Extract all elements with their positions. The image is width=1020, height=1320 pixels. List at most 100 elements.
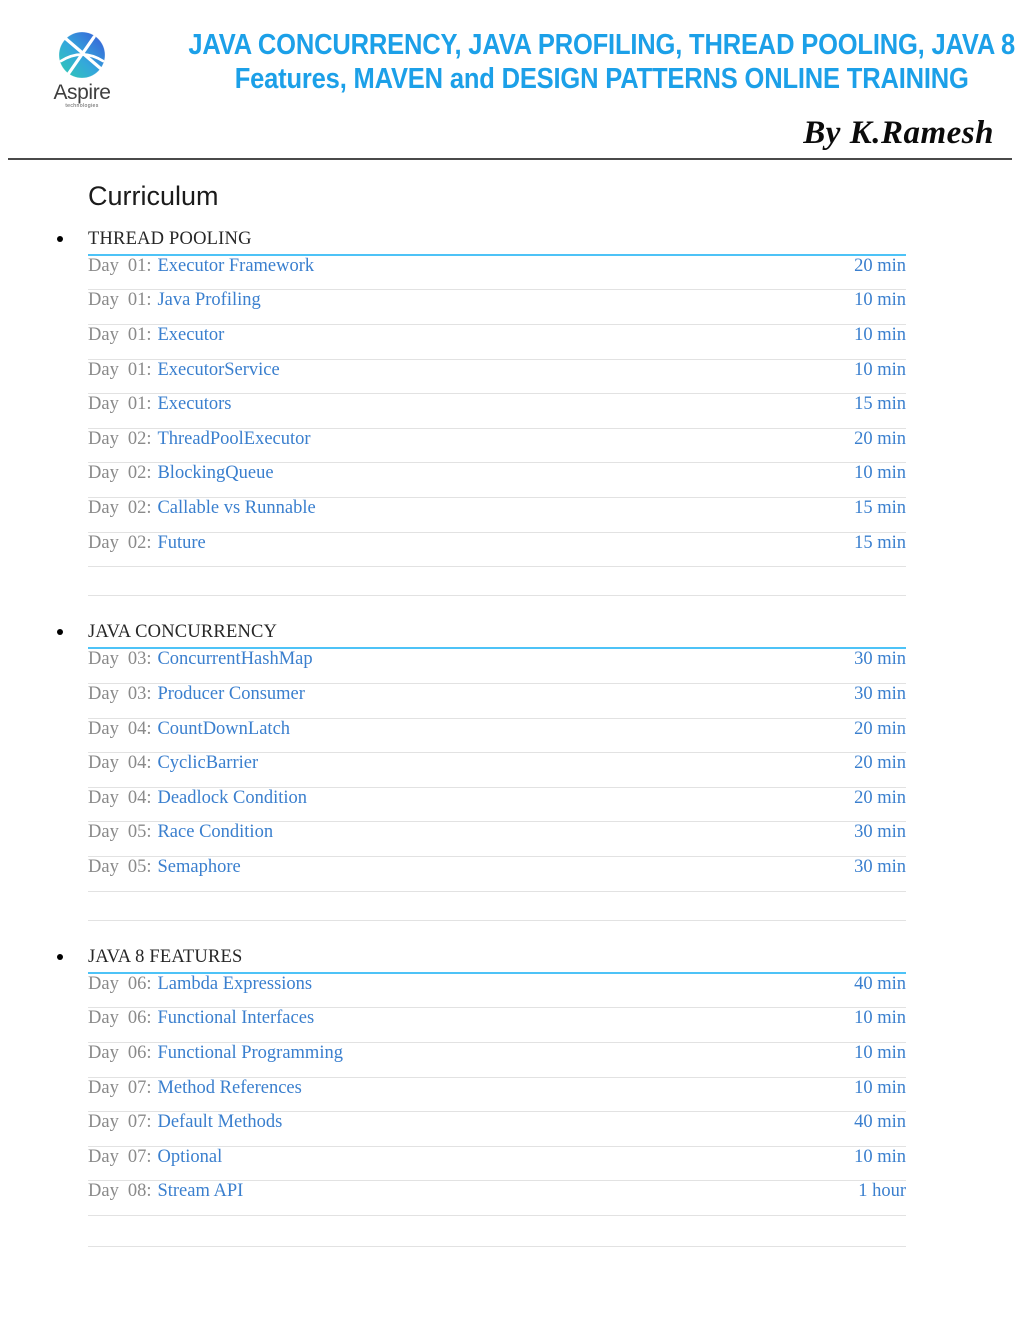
lesson-row[interactable]: Day 01: Java Profiling 10 min	[88, 290, 906, 326]
author-name: By K.Ramesh	[803, 115, 994, 152]
aspire-globe-logo-icon	[54, 28, 110, 84]
lesson-row[interactable]: Day 07: Method References 10 min	[88, 1078, 906, 1113]
lesson-row[interactable]: Day 02: BlockingQueue 10 min	[88, 463, 906, 499]
lesson-duration: 20 min	[854, 753, 906, 774]
lesson-topic-link[interactable]: Race Condition	[157, 822, 854, 843]
lesson-row[interactable]: Day 02: Callable vs Runnable 15 min	[88, 498, 906, 533]
lesson-day-label: Day	[88, 857, 119, 878]
lesson-day-label: Day	[88, 1077, 119, 1098]
lesson-day-number: 07:	[127, 1077, 152, 1098]
author-line: By K.Ramesh	[0, 109, 1020, 152]
lesson-topic-link[interactable]: Optional	[157, 1147, 854, 1168]
lesson-day-label: Day	[88, 428, 119, 449]
module-name: JAVA CONCURRENCY	[88, 622, 278, 643]
lesson-row[interactable]: Day 01: Executor 10 min	[88, 325, 906, 360]
lesson-day-label: Day	[88, 1008, 119, 1029]
lesson-day-number: 01:	[127, 290, 152, 311]
lesson-duration: 15 min	[854, 394, 906, 415]
lesson-topic-link[interactable]: Semaphore	[157, 857, 854, 878]
lesson-day-number: 04:	[127, 753, 152, 774]
lesson-day-number: 03:	[127, 649, 152, 670]
lesson-topic-link[interactable]: Functional Programming	[157, 1043, 854, 1064]
lesson-day-number: 02:	[127, 463, 152, 484]
lesson-list: Day 01: Executor Framework 20 min Day 01: Java…	[0, 256, 1020, 568]
lesson-topic-link[interactable]: ExecutorService	[157, 360, 854, 381]
lesson-topic-link[interactable]: ConcurrentHashMap	[157, 649, 854, 670]
lesson-topic-link[interactable]: Functional Interfaces	[157, 1008, 854, 1029]
lesson-duration: 10 min	[854, 290, 906, 311]
lesson-topic-link[interactable]: Deadlock Condition	[157, 788, 854, 809]
lesson-day-label: Day	[88, 684, 119, 705]
lesson-row[interactable]: Day 03: ConcurrentHashMap 30 min	[88, 649, 906, 685]
lesson-row[interactable]: Day 06: Lambda Expressions 40 min	[88, 974, 906, 1009]
lesson-row[interactable]: Day 01: Executor Framework 20 min	[88, 256, 906, 291]
lesson-day-label: Day	[88, 787, 119, 808]
lesson-day-label: Day	[88, 1146, 119, 1167]
lesson-day-label: Day	[88, 718, 119, 739]
lesson-topic-link[interactable]: Lambda Expressions	[157, 974, 854, 995]
lesson-day-number: 06:	[127, 973, 152, 994]
course-title: JAVA CONCURRENCY, JAVA PROFILING, THREAD…	[188, 28, 1015, 96]
lesson-duration: 20 min	[854, 255, 906, 276]
lesson-duration: 30 min	[854, 684, 906, 705]
lesson-row[interactable]: Day 02: Future 15 min	[88, 533, 906, 568]
lesson-duration: 10 min	[854, 463, 906, 484]
lesson-topic-link[interactable]: Stream API	[157, 1181, 858, 1202]
lesson-topic-link[interactable]: Method References	[157, 1078, 854, 1099]
lesson-topic-link[interactable]: CyclicBarrier	[157, 753, 854, 774]
curriculum-module: JAVA CONCURRENCY Day 03: ConcurrentHashMap 3…	[0, 622, 1020, 921]
lesson-day-label: Day	[88, 325, 119, 346]
lesson-row[interactable]: Day 01: ExecutorService 10 min	[88, 360, 906, 395]
lesson-row[interactable]: Day 06: Functional Interfaces 10 min	[88, 1008, 906, 1044]
lesson-topic-link[interactable]: Default Methods	[157, 1112, 854, 1133]
lesson-day-number: 01:	[127, 325, 152, 346]
lesson-day-label: Day	[88, 649, 119, 670]
lesson-duration: 20 min	[854, 787, 906, 808]
lesson-row[interactable]: Day 04: CountDownLatch 20 min	[88, 719, 906, 754]
lesson-day-number: 02:	[127, 428, 152, 449]
lesson-topic-link[interactable]: Executor Framework	[157, 256, 854, 277]
lesson-duration: 15 min	[854, 532, 906, 553]
lesson-day-number: 05:	[127, 822, 152, 843]
lesson-duration: 40 min	[854, 973, 906, 994]
course-title-block: JAVA CONCURRENCY, JAVA PROFILING, THREAD…	[128, 22, 1020, 96]
lesson-row[interactable]: Day 06: Functional Programming 10 min	[88, 1043, 906, 1078]
lesson-day-number: 04:	[127, 787, 152, 808]
lesson-row[interactable]: Day 03: Producer Consumer 30 min	[88, 684, 906, 719]
lesson-duration: 20 min	[854, 718, 906, 739]
lesson-row[interactable]: Day 08: Stream API 1 hour	[88, 1181, 906, 1217]
lesson-topic-link[interactable]: Callable vs Runnable	[157, 498, 854, 519]
course-title-line-2: Features, MAVEN and DESIGN PATTERNS ONLI…	[234, 63, 969, 96]
lesson-topic-link[interactable]: ThreadPoolExecutor	[157, 429, 854, 450]
lesson-row[interactable]: Day 05: Semaphore 30 min	[88, 857, 906, 892]
lesson-list: Day 03: ConcurrentHashMap 30 min Day 03: Produ…	[0, 649, 1020, 892]
lesson-topic-link[interactable]: BlockingQueue	[157, 463, 854, 484]
module-header: JAVA 8 FEATURES	[57, 947, 906, 974]
lesson-row[interactable]: Day 01: Executors 15 min	[88, 394, 906, 429]
page-content: Curriculum THREAD POOLING Day 01: Executor …	[0, 160, 1020, 1248]
lesson-topic-link[interactable]: CountDownLatch	[157, 719, 854, 740]
course-title-line-1: JAVA CONCURRENCY, JAVA PROFILING, THREAD…	[188, 29, 1016, 61]
module-separator	[88, 567, 906, 597]
lesson-topic-link[interactable]: Executor	[157, 325, 854, 346]
lesson-duration: 30 min	[854, 822, 906, 843]
lesson-topic-link[interactable]: Future	[157, 533, 854, 554]
lesson-duration: 10 min	[854, 1008, 906, 1029]
module-header: JAVA CONCURRENCY	[57, 622, 906, 650]
lesson-topic-link[interactable]: Executors	[157, 394, 854, 415]
lesson-day-label: Day	[88, 1112, 119, 1133]
lesson-row[interactable]: Day 07: Default Methods 40 min	[88, 1112, 906, 1147]
lesson-row[interactable]: Day 02: ThreadPoolExecutor 20 min	[88, 429, 906, 464]
lesson-topic-link[interactable]: Java Profiling	[157, 290, 854, 311]
lesson-day-label: Day	[88, 359, 119, 380]
module-separator	[88, 1216, 906, 1248]
lesson-row[interactable]: Day 04: CyclicBarrier 20 min	[88, 753, 906, 788]
lesson-day-number: 06:	[127, 1043, 152, 1064]
lesson-topic-link[interactable]: Producer Consumer	[157, 684, 854, 705]
lesson-day-label: Day	[88, 290, 119, 311]
lesson-row[interactable]: Day 05: Race Condition 30 min	[88, 822, 906, 858]
brand-logo: Aspire technologies	[36, 22, 128, 109]
lesson-row[interactable]: Day 07: Optional 10 min	[88, 1147, 906, 1182]
page-header: Aspire technologies JAVA CONCURRENCY, JA…	[0, 0, 1020, 161]
lesson-row[interactable]: Day 04: Deadlock Condition 20 min	[88, 788, 906, 823]
